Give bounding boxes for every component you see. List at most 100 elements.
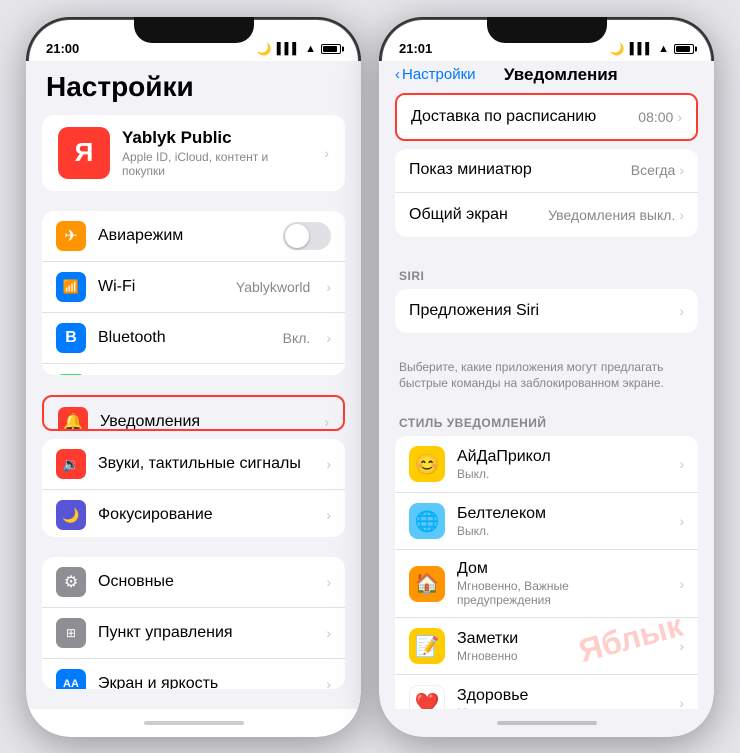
siri-chevron: › [679, 303, 684, 319]
wifi-status-icon-2: ▲ [658, 43, 669, 55]
app-row-beltelecom[interactable]: 🌐 Белтелеком Выкл. › [395, 493, 698, 550]
siri-group: Предложения Siri › [395, 289, 698, 333]
nav-back-button[interactable]: ‹ Настройки [395, 66, 476, 83]
status-time-2: 21:01 [399, 41, 432, 56]
apple-id-card[interactable]: Я Yablyk Public Apple ID, iCloud, контен… [42, 115, 345, 191]
cellular-icon: 📡 [56, 374, 86, 375]
moon-icon-2: 🌙 [610, 42, 625, 56]
general-group: ⚙ Основные › ⊞ Пункт управления › AA Экр… [42, 557, 345, 688]
zametki-icon: 📝 [409, 628, 445, 664]
airplane-icon: ✈ [56, 221, 86, 251]
wifi-chevron: › [326, 279, 331, 295]
beltelecom-chevron: › [679, 513, 684, 529]
app-row-aidapriko[interactable]: 😊 АйДаПрикол Выкл. › [395, 436, 698, 493]
airplane-toggle[interactable] [283, 222, 331, 250]
siri-row[interactable]: Предложения Siri › [395, 289, 698, 333]
general-icon: ⚙ [56, 567, 86, 597]
notch-2 [487, 17, 607, 43]
zdorovie-icon: ❤️ [409, 685, 445, 708]
zametki-chevron: › [679, 638, 684, 654]
focus-icon: 🌙 [56, 500, 86, 530]
sharescreen-label: Общий экран [409, 206, 548, 224]
control-chevron: › [326, 625, 331, 641]
dom-icon: 🏠 [409, 566, 445, 602]
home-indicator-1 [26, 709, 361, 737]
apple-id-name: Yablyk Public [122, 128, 308, 148]
aidapriko-info: АйДаПрикол Выкл. [457, 448, 663, 481]
zdorovie-name: Здоровье [457, 687, 663, 705]
notch-1 [134, 17, 254, 43]
aidapriko-chevron: › [679, 456, 684, 472]
wifi-value: Yablykworld [236, 279, 310, 295]
style-section-header: СТИЛЬ УВЕДОМЛЕНИЙ [395, 404, 698, 436]
signal-icon: ▌▌▌ [277, 43, 300, 55]
thumbnails-label: Показ миниатюр [409, 161, 631, 179]
page-title: Уведомления [484, 65, 638, 85]
siri-description: Выберите, какие приложения могут предлаг… [395, 353, 698, 405]
connectivity-group: ✈ Авиарежим 📶 Wi-Fi Yablykworld › Β Blue… [42, 211, 345, 375]
aidapriko-icon: 😊 [409, 446, 445, 482]
app-row-zdorovie[interactable]: ❤️ Здоровье Мгновенно › [395, 675, 698, 708]
bluetooth-row[interactable]: Β Bluetooth Вкл. › [42, 313, 345, 364]
notifications-label: Уведомления [100, 413, 308, 431]
display-chevron: › [326, 676, 331, 688]
battery-icon-2 [674, 44, 694, 54]
focus-row[interactable]: 🌙 Фокусирование › [42, 490, 345, 537]
control-row[interactable]: ⊞ Пункт управления › [42, 608, 345, 659]
wifi-status-icon: ▲ [305, 43, 316, 55]
airplane-label: Авиарежим [98, 227, 271, 245]
focus-label: Фокусирование [98, 506, 310, 524]
notifications-screen: ‹ Настройки Уведомления Доставка по расп… [379, 61, 714, 709]
thumbnails-value: Всегда [631, 162, 676, 178]
display-row[interactable]: AA Экран и яркость › [42, 659, 345, 688]
notifications-highlighted[interactable]: 🔔 Уведомления › [42, 395, 345, 431]
signal-icon-2: ▌▌▌ [630, 43, 653, 55]
moon-icon: 🌙 [257, 42, 272, 56]
bluetooth-chevron: › [326, 330, 331, 346]
thumbnails-chevron: › [679, 162, 684, 178]
phone-2: 21:01 🌙 ▌▌▌ ▲ ‹ Настройки Уведомления До… [379, 17, 714, 737]
apps-group: 😊 АйДаПрикол Выкл. › 🌐 Белтелеком Выкл. … [395, 436, 698, 708]
display-icon: AA [56, 669, 86, 688]
control-icon: ⊞ [56, 618, 86, 648]
settings-screen: Настройки Я Yablyk Public Apple ID, iClo… [26, 61, 361, 709]
cellular-row[interactable]: 📡 Сотовая связь Выкл. › [42, 364, 345, 375]
sounds-chevron: › [326, 456, 331, 472]
phone-1: 21:00 🌙 ▌▌▌ ▲ Настройки Я Yablyk Public … [26, 17, 361, 737]
dom-info: Дом Мгновенно, Важные предупреждения [457, 560, 663, 607]
zametki-info: Заметки Мгновенно [457, 630, 663, 663]
app-row-dom[interactable]: 🏠 Дом Мгновенно, Важные предупреждения › [395, 550, 698, 618]
dom-chevron: › [679, 576, 684, 592]
sounds-row[interactable]: 🔉 Звуки, тактильные сигналы › [42, 439, 345, 490]
sounds-label: Звуки, тактильные сигналы [98, 455, 310, 473]
wifi-row[interactable]: 📶 Wi-Fi Yablykworld › [42, 262, 345, 313]
dom-name: Дом [457, 560, 663, 578]
apple-id-chevron: › [324, 145, 329, 161]
home-indicator-2 [379, 709, 714, 737]
thumbnails-row[interactable]: Показ миниатюр Всегда › [395, 149, 698, 193]
zdorovie-info: Здоровье Мгновенно [457, 687, 663, 709]
focus-chevron: › [326, 507, 331, 523]
app-row-zametki[interactable]: 📝 Заметки Мгновенно › [395, 618, 698, 675]
general-notif-group: Показ миниатюр Всегда › Общий экран Увед… [395, 149, 698, 237]
schedule-section: Доставка по расписанию 08:00 › [395, 93, 698, 141]
apple-id-text: Yablyk Public Apple ID, iCloud, контент … [122, 128, 308, 178]
sharescreen-row[interactable]: Общий экран Уведомления выкл. › [395, 193, 698, 237]
status-time-1: 21:00 [46, 41, 79, 56]
system-group: 🔉 Звуки, тактильные сигналы › 🌙 Фокусиро… [42, 439, 345, 537]
bluetooth-value: Вкл. [283, 330, 311, 346]
airplane-row[interactable]: ✈ Авиарежим [42, 211, 345, 262]
status-icons-2: 🌙 ▌▌▌ ▲ [610, 42, 694, 56]
wifi-icon: 📶 [56, 272, 86, 302]
siri-label: Предложения Siri [409, 302, 675, 320]
apple-id-icon: Я [58, 127, 110, 179]
aidapriko-name: АйДаПрикол [457, 448, 663, 466]
zametki-sub: Мгновенно [457, 649, 663, 663]
schedule-row[interactable]: Доставка по расписанию 08:00 › [397, 95, 696, 139]
bluetooth-icon: Β [56, 323, 86, 353]
bluetooth-label: Bluetooth [98, 329, 271, 347]
notifications-content: Доставка по расписанию 08:00 › Показ мин… [379, 93, 714, 709]
battery-icon [321, 44, 341, 54]
notifications-row[interactable]: 🔔 Уведомления › [44, 397, 343, 431]
general-row[interactable]: ⚙ Основные › [42, 557, 345, 608]
